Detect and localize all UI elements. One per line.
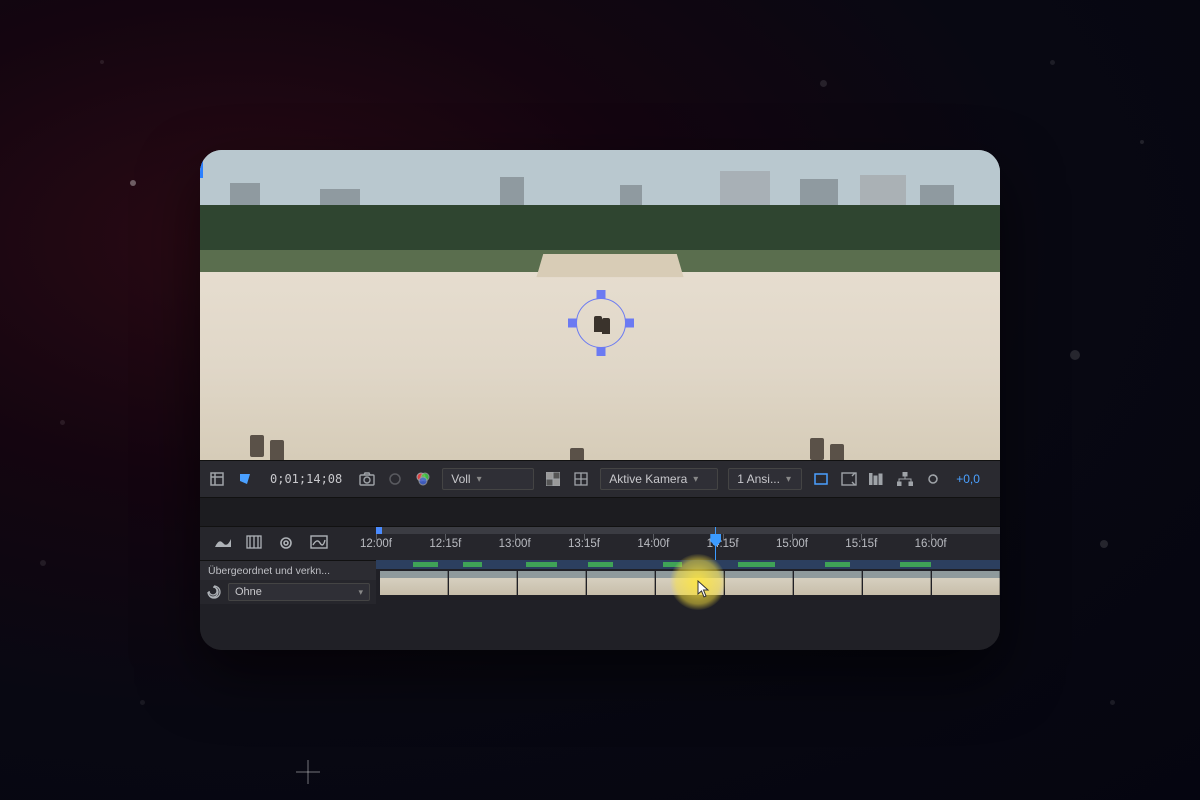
after-effects-panel: 0;01;14;08 Voll ▾ Aktive Kamera ▾ 1 Ansi… bbox=[200, 150, 1000, 650]
exposure-reset-icon[interactable] bbox=[924, 470, 942, 488]
composition-preview[interactable] bbox=[200, 150, 1000, 460]
chevron-down-icon: ▾ bbox=[693, 474, 698, 485]
viewer-toolbar: 0;01;14;08 Voll ▾ Aktive Kamera ▾ 1 Ansi… bbox=[200, 460, 1000, 498]
resolution-dropdown[interactable]: Voll ▾ bbox=[442, 468, 534, 490]
pixel-aspect-icon[interactable] bbox=[812, 470, 830, 488]
views-dropdown[interactable]: 1 Ansi... ▾ bbox=[728, 468, 802, 490]
snapshot-icon[interactable] bbox=[358, 470, 376, 488]
graph-editor-icon[interactable] bbox=[310, 535, 328, 553]
views-label: 1 Ansi... bbox=[737, 472, 780, 486]
parent-dropdown[interactable]: Ohne ▾ bbox=[228, 583, 370, 601]
timeline-header: 12:00f12:15f13:00f13:15f14:00f14:15f15:0… bbox=[200, 526, 1000, 560]
decorative-cross-icon bbox=[296, 760, 320, 784]
guides-icon[interactable] bbox=[572, 470, 590, 488]
pickwhip-icon[interactable] bbox=[206, 584, 222, 600]
camera-label: Aktive Kamera bbox=[609, 472, 687, 486]
flowchart-icon[interactable] bbox=[896, 470, 914, 488]
roi-icon[interactable] bbox=[208, 470, 226, 488]
shy-icon[interactable] bbox=[214, 535, 232, 553]
timeline-tool-icons bbox=[200, 527, 376, 560]
current-timecode[interactable]: 0;01;14;08 bbox=[264, 472, 348, 486]
color-management-icon[interactable] bbox=[414, 470, 432, 488]
toggle-mask-icon[interactable] bbox=[236, 470, 254, 488]
motion-blur-icon[interactable] bbox=[278, 535, 296, 553]
transparency-grid-icon[interactable] bbox=[544, 470, 562, 488]
resolution-label: Voll bbox=[451, 472, 470, 486]
show-channel-icon[interactable] bbox=[386, 470, 404, 488]
video-clip[interactable] bbox=[380, 571, 1000, 595]
time-ruler[interactable]: 12:00f12:15f13:00f13:15f14:00f14:15f15:0… bbox=[376, 527, 1000, 560]
frame-blend-icon[interactable] bbox=[246, 535, 264, 553]
parent-dropdown-label: Ohne bbox=[235, 586, 262, 598]
time-navigator[interactable] bbox=[376, 560, 1000, 569]
camera-dropdown[interactable]: Aktive Kamera ▾ bbox=[600, 468, 718, 490]
parent-column-header: Übergeordnet und verkn... bbox=[200, 560, 376, 580]
timeline-body: Übergeordnet und verkn... Ohne ▾ bbox=[200, 560, 1000, 650]
timeline-track-area[interactable] bbox=[376, 560, 1000, 650]
time-tick: 16:00f bbox=[931, 534, 1000, 561]
playhead[interactable] bbox=[715, 527, 716, 560]
fast-previews-icon[interactable] bbox=[840, 470, 858, 488]
anchor-point-gizmo[interactable] bbox=[568, 290, 634, 356]
exposure-value[interactable]: +0,0 bbox=[952, 472, 980, 486]
chevron-down-icon: ▾ bbox=[358, 587, 363, 598]
chevron-down-icon: ▾ bbox=[477, 474, 482, 485]
chevron-down-icon: ▾ bbox=[786, 474, 791, 485]
timeline-icon[interactable] bbox=[868, 470, 886, 488]
